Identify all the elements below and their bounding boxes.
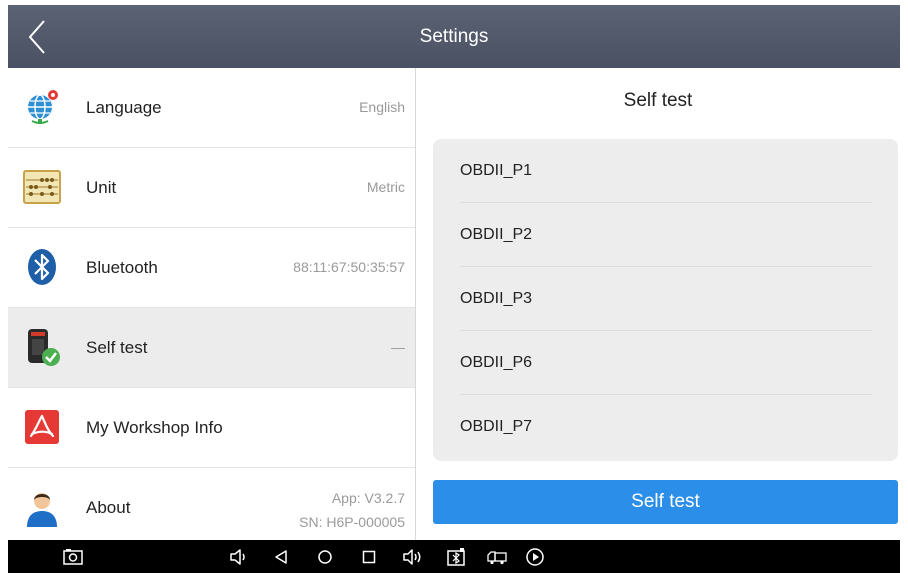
- abacus-icon: [22, 167, 62, 207]
- screenshot-icon[interactable]: [62, 546, 84, 568]
- list-item[interactable]: OBDII_P2: [460, 203, 872, 267]
- settings-item-label: About: [86, 498, 131, 517]
- settings-item-workshop-info[interactable]: My Workshop Info: [8, 388, 415, 468]
- list-item[interactable]: OBDII_P7: [460, 395, 872, 458]
- app-version: App: V3.2.7: [331, 490, 405, 506]
- globe-icon: [22, 87, 62, 127]
- self-test-panel: Self test OBDII_P1 OBDII_P2 OBDII_P3 OBD…: [416, 68, 900, 540]
- list-item-label: OBDII_P2: [460, 226, 533, 243]
- settings-item-label: Language: [86, 98, 162, 117]
- truck-icon[interactable]: [486, 546, 508, 568]
- device-check-icon: [22, 327, 62, 367]
- list-item[interactable]: OBDII_P1: [460, 139, 872, 203]
- settings-item-value: —: [391, 339, 405, 355]
- recents-icon[interactable]: [358, 546, 380, 568]
- settings-item-self-test[interactable]: Self test —: [8, 308, 415, 388]
- user-avatar-icon: [22, 487, 62, 527]
- vci-icon[interactable]: [445, 546, 467, 568]
- list-item-label: OBDII_P3: [460, 290, 533, 307]
- self-test-list: OBDII_P1 OBDII_P2 OBDII_P3 OBDII_P6 OBDI…: [433, 139, 898, 461]
- list-item-label: OBDII_P1: [460, 162, 533, 179]
- volume-up-icon[interactable]: [401, 546, 423, 568]
- settings-item-label: Bluetooth: [86, 258, 158, 277]
- settings-item-label: Unit: [86, 178, 117, 197]
- list-item[interactable]: OBDII_P6: [460, 331, 872, 395]
- bluetooth-icon: [22, 247, 62, 287]
- settings-item-bluetooth[interactable]: Bluetooth 88:11:67:50:35:57: [8, 228, 415, 308]
- list-item[interactable]: OBDII_P3: [460, 267, 872, 331]
- list-item-label: OBDII_P6: [460, 354, 533, 371]
- app-window: Settings Language English Unit Metric Bl…: [0, 0, 908, 573]
- home-icon[interactable]: [314, 546, 336, 568]
- pdf-icon: [22, 407, 62, 447]
- volume-down-icon[interactable]: [227, 546, 249, 568]
- settings-item-label: My Workshop Info: [86, 418, 223, 437]
- settings-item-about[interactable]: About App: V3.2.7 SN: H6P-000005: [8, 468, 415, 540]
- settings-item-unit[interactable]: Unit Metric: [8, 148, 415, 228]
- serial-number: SN: H6P-000005: [299, 514, 405, 530]
- settings-item-value: English: [359, 99, 405, 115]
- self-test-button[interactable]: Self test: [433, 480, 898, 524]
- list-item-label: OBDII_P7: [460, 418, 533, 435]
- play-icon[interactable]: [524, 546, 546, 568]
- settings-item-value: Metric: [366, 179, 405, 195]
- settings-item-value: App: V3.2.7 SN: H6P-000005: [299, 488, 405, 532]
- panel-heading: Self test: [623, 90, 693, 111]
- system-nav-bar: [8, 540, 900, 573]
- page-title: Settings: [419, 26, 489, 47]
- settings-item-label: Self test: [86, 338, 148, 357]
- settings-item-language[interactable]: Language English: [8, 68, 415, 148]
- top-bar: Settings: [8, 5, 900, 68]
- settings-item-value: 88:11:67:50:35:57: [293, 259, 405, 275]
- back-icon[interactable]: [270, 546, 292, 568]
- settings-list: Language English Unit Metric Bluetooth 8…: [8, 68, 416, 540]
